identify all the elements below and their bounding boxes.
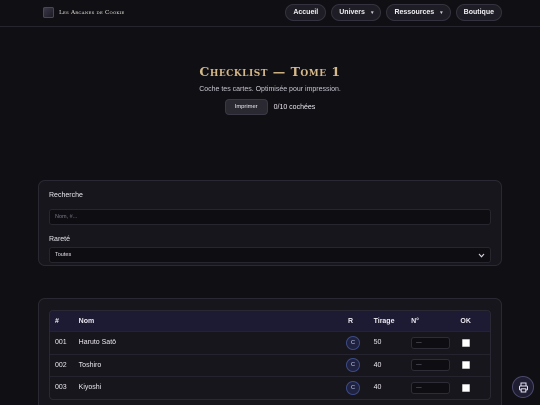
floating-print-button[interactable] <box>512 376 534 398</box>
nav-item-label: Accueil <box>293 9 319 16</box>
owned-number-input[interactable] <box>411 336 451 349</box>
nav-item-boutique[interactable]: Boutique <box>455 4 502 21</box>
page-subtitle: Coche tes cartes. Optimisée pour impress… <box>199 86 341 93</box>
card-name: Toshiro <box>78 361 102 369</box>
page-hero: Checklist — Tome 1 Coche tes cartes. Opt… <box>0 64 540 115</box>
search-input[interactable] <box>49 209 491 225</box>
owned-number-input[interactable] <box>411 359 451 372</box>
card-number: 003 <box>55 384 67 392</box>
card-tirage: 40 <box>373 361 382 369</box>
column-header-name: Nom <box>78 317 95 325</box>
checklist-table: # Nom R Tirage N° OK 001 Haruto Satō C 5… <box>49 310 491 400</box>
brand[interactable]: Les Arcanes de Cookie <box>43 7 125 18</box>
owned-checkbox[interactable] <box>462 383 471 392</box>
owned-checkbox[interactable] <box>462 361 471 370</box>
card-name: Haruto Satō <box>78 339 117 347</box>
card-tirage: 40 <box>373 384 382 392</box>
nav-item-univers[interactable]: Univers ▾ <box>331 4 382 21</box>
brand-logo-icon <box>43 7 54 18</box>
print-button[interactable]: Imprimer <box>224 99 268 115</box>
main-nav: Accueil Univers ▾ Ressources ▾ Boutique <box>285 4 502 21</box>
owned-number-input[interactable] <box>411 381 451 394</box>
page-title: Checklist — Tome 1 <box>199 64 341 79</box>
hero-actions: Imprimer 0/10 cochées <box>0 99 540 115</box>
checklist-panel: # Nom R Tirage N° OK 001 Haruto Satō C 5… <box>38 298 502 405</box>
rarity-select[interactable]: Toutes <box>49 247 491 263</box>
brand-name: Les Arcanes de Cookie <box>59 9 125 16</box>
table-row: 002 Toshiro C 40 <box>50 353 490 377</box>
card-tirage: 50 <box>373 339 382 347</box>
rarity-select-value: Toutes <box>55 252 72 258</box>
rarity-badge: C <box>345 358 360 373</box>
top-navigation-bar: Les Arcanes de Cookie Accueil Univers ▾ … <box>0 0 540 27</box>
chevron-down-icon: ▾ <box>440 9 443 16</box>
owned-checkbox[interactable] <box>462 338 471 347</box>
checked-count: 0/10 cochées <box>273 103 316 111</box>
column-header-card-number: N° <box>411 317 419 325</box>
column-header-tirage: Tirage <box>373 317 395 325</box>
search-label: Recherche <box>49 192 83 199</box>
table-header: # Nom R Tirage N° OK <box>50 311 490 331</box>
column-header-ok: OK <box>460 317 471 325</box>
column-header-number: # <box>55 317 59 325</box>
nav-item-ressources[interactable]: Ressources ▾ <box>386 4 451 21</box>
nav-item-label: Ressources <box>394 9 435 16</box>
rarity-badge: C <box>345 335 360 350</box>
print-icon <box>518 382 528 393</box>
filter-panel: Recherche Rareté Toutes <box>38 180 502 266</box>
card-number: 002 <box>55 361 67 369</box>
nav-item-label: Boutique <box>463 9 494 16</box>
chevron-down-icon: ▾ <box>370 9 374 16</box>
column-header-rarity: R <box>347 317 354 325</box>
table-row: 003 Kiyoshi C 40 <box>50 376 490 399</box>
rarity-badge: C <box>345 380 360 395</box>
card-number: 001 <box>55 339 67 347</box>
nav-item-accueil[interactable]: Accueil <box>285 4 327 21</box>
nav-item-label: Univers <box>339 9 365 16</box>
rarity-label: Rareté <box>49 236 71 243</box>
card-name: Kiyoshi <box>78 384 102 392</box>
chevron-down-icon <box>478 253 485 258</box>
table-row: 001 Haruto Satō C 50 <box>50 331 490 354</box>
